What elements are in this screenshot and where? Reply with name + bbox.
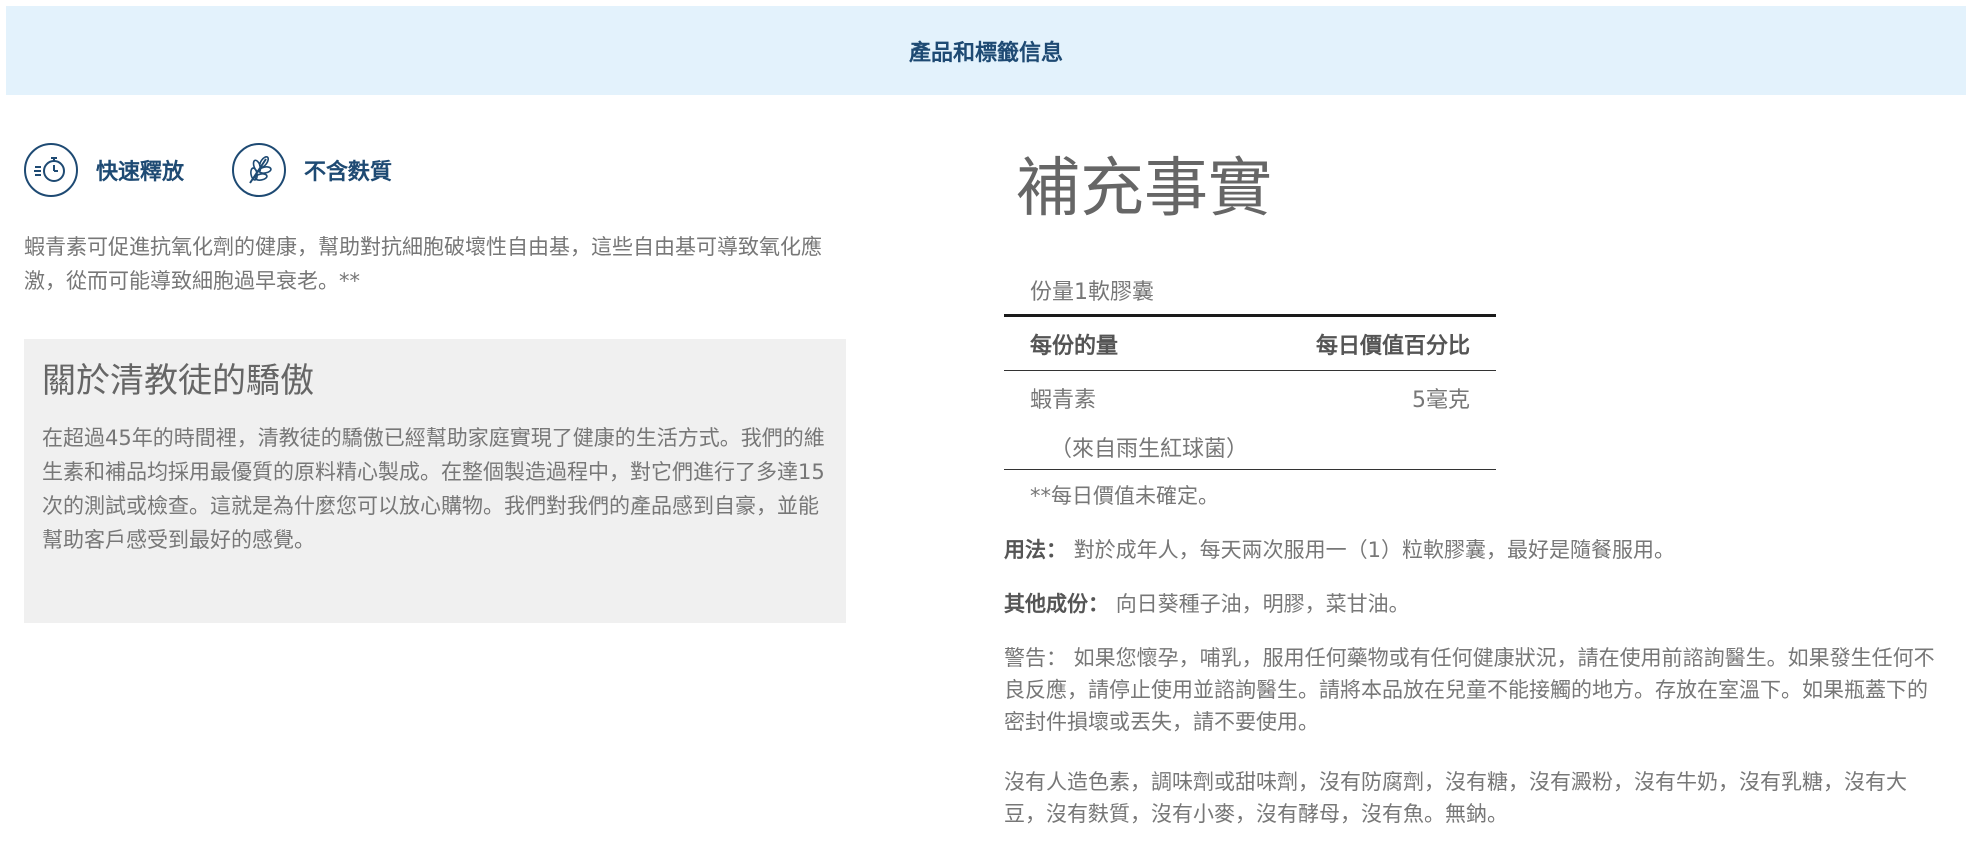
stopwatch-icon (24, 143, 78, 197)
serving-size: 份量1軟膠囊 (1030, 280, 1154, 305)
product-description: 蝦青素可促進抗氧化劑的健康，幫助對抗細胞破壞性自由基，這些自由基可導致氧化應激，… (24, 235, 822, 293)
table-header: 每份的量 每日價值百分比 (1004, 314, 1496, 371)
supplement-facts-title: 補充事實 (1016, 152, 1272, 226)
daily-value-note: **每日價值未確定。 (1030, 484, 1219, 508)
page-header-banner: 產品和標籤信息 (6, 6, 1966, 95)
banner-title: 產品和標籤信息 (908, 40, 1063, 66)
other-ingredients-paragraph: 其他成份： 向日葵種子油，明膠，菜甘油。 (1004, 588, 1944, 620)
warning-paragraph: 警告： 如果您懷孕，哺乳，服用任何藥物或有任何健康狀況，請在使用前諮詢醫生。如果… (1004, 646, 1935, 734)
usage-paragraph: 用法： 對於成年人，每天兩次服用一（1）粒軟膠囊，最好是隨餐服用。 (1004, 534, 1944, 566)
left-column: 快速釋放 不含麩質 蝦青素可促進抗氧化劑的健康，幫助對抗細胞破壞性自由基，這些自… (24, 140, 846, 298)
wheat-icon (232, 143, 287, 197)
about-body: 在超過45年的時間裡，清教徒的驕傲已經幫助家庭實現了健康的生活方式。我們的維生素… (42, 426, 825, 552)
feature-label: 不含麩質 (304, 160, 393, 185)
other-ingredients-label: 其他成份： (1004, 592, 1109, 616)
feature-badges: 快速釋放 不含麩質 (24, 140, 846, 200)
column-dv-header: 每日價值百分比 (1315, 333, 1470, 359)
usage-text: 對於成年人，每天兩次服用一（1）粒軟膠囊，最好是隨餐服用。 (1073, 538, 1676, 562)
feature-gluten-free: 不含麩質 (232, 143, 392, 197)
feature-quick-release: 快速釋放 (24, 143, 184, 197)
supplement-facts-table: 每份的量 每日價值百分比 蝦青素 5毫克 （來自雨生紅球菌） **每日價值未確定… (1004, 314, 1496, 520)
other-ingredients-text: 向日葵種子油，明膠，菜甘油。 (1115, 592, 1410, 616)
usage-label: 用法： (1004, 538, 1067, 562)
feature-label: 快速釋放 (96, 160, 185, 185)
table-row: 蝦青素 5毫克 (1004, 371, 1496, 424)
ingredient-source: （來自雨生紅球菌） (1004, 424, 1496, 470)
about-panel: 關於清教徒的驕傲 在超過45年的時間裡，清教徒的驕傲已經幫助家庭實現了健康的生活… (24, 339, 846, 623)
right-column: 補充事實 份量1軟膠囊 每份的量 每日價值百分比 蝦青素 5毫克 （來自雨生紅球… (1004, 140, 1944, 830)
column-amount-header: 每份的量 (1030, 333, 1119, 359)
ingredient-name: 蝦青素 (1030, 387, 1097, 413)
about-heading: 關於清教徒的驕傲 (42, 361, 314, 401)
free-from-paragraph: 沒有人造色素，調味劑或甜味劑，沒有防腐劑，沒有糖，沒有澱粉，沒有牛奶，沒有乳糖，… (1004, 770, 1907, 826)
ingredient-amount: 5毫克 (1412, 387, 1470, 413)
